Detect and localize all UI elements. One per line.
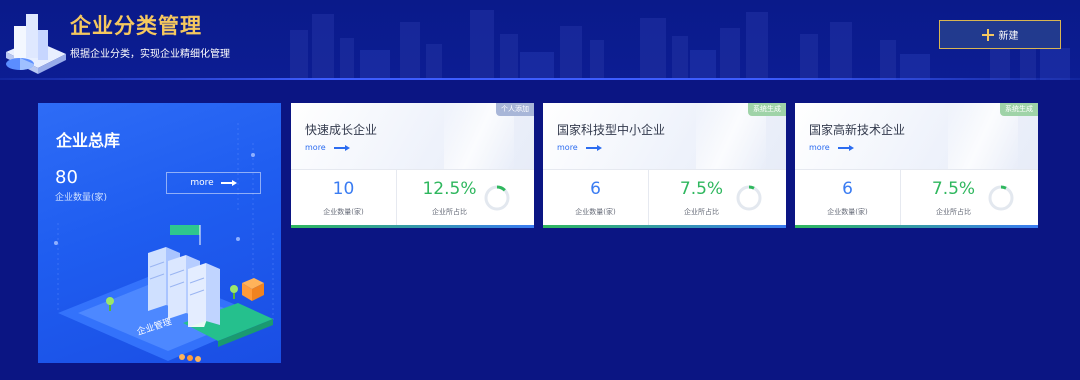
ring-track <box>736 185 762 211</box>
category-name: 国家科技型中小企业 <box>557 123 666 137</box>
enterprise-count: 6 <box>842 179 853 199</box>
total-more-button[interactable]: more <box>166 172 261 194</box>
ring-track <box>988 185 1014 211</box>
enterprise-count-label: 企业数量(家) <box>323 208 364 216</box>
source-tag: 个人添加 <box>496 103 534 116</box>
arrow-right-icon <box>220 179 237 187</box>
category-card[interactable]: 个人添加 快速成长企业 more 10 企业数量(家) 12.5% 企业所占比 <box>291 103 534 228</box>
more-label: more <box>809 143 830 152</box>
enterprise-count: 10 <box>332 179 355 199</box>
total-library-card[interactable]: 企业总库 80 企业数量(家) more 企业管理 <box>38 103 281 363</box>
source-tag: 系统生成 <box>748 103 786 116</box>
arrow-right-icon <box>333 144 350 152</box>
more-label: more <box>190 178 214 188</box>
total-count: 80 <box>55 167 78 188</box>
category-card[interactable]: 系统生成 国家科技型中小企业 more 6 企业数量(家) 7.5% 企业所占比 <box>543 103 786 228</box>
card-bottom-bar <box>291 225 534 228</box>
page-header: 企业分类管理 根据企业分类，实现企业精细化管理 新建 <box>0 0 1080 80</box>
percent-ring-chart <box>484 185 510 211</box>
plus-icon <box>981 28 994 41</box>
total-library-title: 企业总库 <box>56 131 121 150</box>
header-divider <box>0 78 1080 80</box>
new-button[interactable]: 新建 <box>939 20 1061 49</box>
card-bottom-bar <box>543 225 786 228</box>
category-name: 快速成长企业 <box>305 123 378 137</box>
card-bottom-bar <box>795 225 1038 228</box>
page-subtitle: 根据企业分类，实现企业精细化管理 <box>70 49 230 60</box>
new-button-label: 新建 <box>998 31 1019 42</box>
category-more-link[interactable]: more <box>557 143 602 152</box>
page-title: 企业分类管理 <box>70 14 202 38</box>
total-count-label: 企业数量(家) <box>55 193 108 203</box>
category-more-link[interactable]: more <box>809 143 854 152</box>
category-name: 国家高新技术企业 <box>809 123 906 137</box>
source-tag: 系统生成 <box>1000 103 1038 116</box>
more-label: more <box>557 143 578 152</box>
arrow-right-icon <box>585 144 602 152</box>
category-card[interactable]: 系统生成 国家高新技术企业 more 6 企业数量(家) 7.5% 企业所占比 <box>795 103 1038 228</box>
enterprise-count-label: 企业数量(家) <box>827 208 868 216</box>
enterprise-count-label: 企业数量(家) <box>575 208 616 216</box>
enterprise-count: 6 <box>590 179 601 199</box>
percent-ring-chart <box>988 185 1014 211</box>
enterprise-management-illustration: 企业管理 <box>58 225 273 362</box>
more-label: more <box>305 143 326 152</box>
percent-ring-chart <box>736 185 762 211</box>
category-more-link[interactable]: more <box>305 143 350 152</box>
building-chart-illustration <box>6 14 66 74</box>
arrow-right-icon <box>837 144 854 152</box>
